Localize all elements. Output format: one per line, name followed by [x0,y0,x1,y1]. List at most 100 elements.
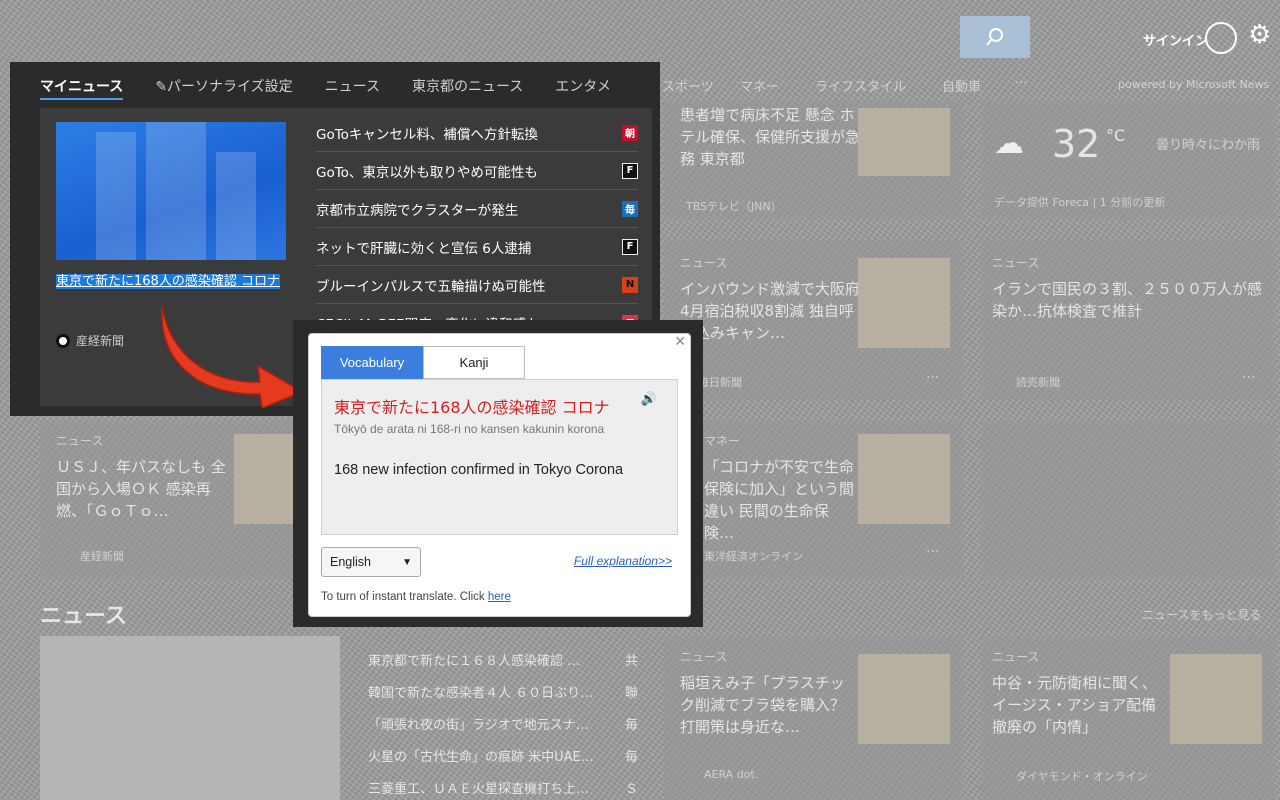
list-item[interactable]: 韓国で新たな感染者４人 ６０日ぶり… 聯 [368,682,638,714]
card-source: 読売新聞 [1016,376,1060,389]
translate-popup: ✕ Vocabulary Kanji 東京で新たに168人の感染確認 コロナ 🔊… [308,333,691,617]
avatar-icon[interactable] [1205,22,1237,54]
pencil-icon: ✎ [155,79,168,95]
card-title: イランで国民の３割、２５００万人が感染か…抗体検査で推計 [992,280,1263,320]
section-more-link[interactable]: ニュースをもっと見る [1142,606,1261,623]
gear-icon[interactable]: ⚙ [1248,20,1271,50]
tab-personalize[interactable]: ✎パーソナライズ設定 [155,76,292,100]
list-item[interactable]: 三菱重工、ＵＡＥ火星探査機打ち上… Ｓ [368,778,638,800]
headline-list: GoToキャンセル料、補償へ方針転換朝 GoTo、東京以外も取りやめ可能性も F … [316,114,638,342]
source-phrase: 東京で新たに168人の感染確認 コロナ [334,398,610,417]
section-title: ニュース [40,604,127,629]
card-label: ニュース [992,650,1040,664]
list-item[interactable]: 火星の「古代生命」の痕跡 米中UAE… 毎 [368,746,638,778]
cloud-sun-icon: ☁ [994,126,1024,161]
source-badge: F [622,238,638,255]
card-thumbnail [858,108,950,176]
card-label: ニュース [992,256,1040,270]
full-explanation-link[interactable]: Full explanation>> [574,554,672,568]
card-label: ニュース [680,256,728,270]
section-hero-image[interactable] [40,636,340,800]
tab-kanji[interactable]: Kanji [423,346,525,379]
card-label: マネー [704,434,741,448]
source-badge: 朝 [622,124,638,141]
card-title: 「コロナが不安で生命保険に加入」という間違い 民間の生命保険… [704,458,855,542]
card-thumbnail [858,434,950,524]
card-source: ダイヤモンド・オンライン [1016,770,1148,783]
sankei-logo-icon [56,333,70,348]
search-icon [986,28,1003,46]
headline-item[interactable]: ネットで肝臓に効くと宣伝 6人逮捕 F [316,228,638,266]
card-title: インバウンド激減で大阪府4月宿泊税収8割減 独自呼び込みキャン… [680,280,861,342]
card-title: 患者増で病床不足 懸念 ホテル確保、保健所支援が急務 東京都 [680,106,861,168]
news-card[interactable]: ニュース イランで国民の３割、２５００万人が感染か…抗体検査で推計 読売新聞 ·… [980,240,1276,400]
list-item[interactable]: 「頑張れ夜の街」ラジオで地元スナ… 毎 [368,714,638,746]
card-label: ニュース [680,650,728,664]
signin-link[interactable]: サインイン [1143,30,1208,49]
nav-tab-lifestyle[interactable]: ライフスタイル [815,76,906,95]
tab-tokyo-news[interactable]: 東京都のニュース [412,76,523,100]
chevron-down-icon: ▼ [402,556,412,568]
tab-vocabulary[interactable]: Vocabulary [321,346,423,379]
tab-news[interactable]: ニュース [325,76,380,100]
powered-by: powered by Microsoft News [1118,78,1270,91]
source-badge: F [622,162,638,179]
tab-entertainment[interactable]: エンタメ [555,76,611,100]
headline-item[interactable]: 京都市立病院でクラスターが発生毎 [316,190,638,228]
tab-mynews[interactable]: マイニュース [40,76,124,100]
more-icon[interactable]: ··· [1242,370,1255,386]
weather-unit: °C [1106,126,1126,145]
card-title: 稲垣えみ子「プラスチック削減でブラ袋を購入？ 打開策は身近な… [680,674,846,736]
translation-text: 168 new infection confirmed in Tokyo Cor… [334,462,624,478]
weather-card[interactable]: ☁ 32 °C 曇り時々にわか雨 データ提供 Foreca | 1 分前の更新 [980,100,1276,220]
nav-tabs: マイニュース ✎パーソナライズ設定 ニュース 東京都のニュース エンタメ [40,76,643,100]
card-label: ニュース [56,434,104,448]
here-link[interactable]: here [488,591,511,603]
close-icon[interactable]: ✕ [674,334,686,350]
language-select[interactable]: English ▼ [321,547,421,577]
nav-tab-sports[interactable]: スポーツ [662,76,714,95]
source-badge: N [622,276,638,293]
hero-image[interactable] [56,122,286,260]
card-thumbnail [858,258,950,348]
speaker-icon[interactable]: 🔊 [641,392,657,407]
arrow-icon [161,305,304,408]
hero-title-link[interactable]: 東京で新たに168人の感染確認 コロナ [56,272,286,292]
news-card-empty [980,420,1276,580]
instant-translate-note: To turn of instant translate. Click here [321,591,511,603]
news-card[interactable]: ニュース インバウンド激減で大阪府4月宿泊税収8割減 独自呼び込みキャン… 毎日… [664,240,964,400]
card-title: 中谷・元防衛相に聞く、イージス・アショア配備撤廃の「内情」 [992,674,1158,736]
weather-desc: 曇り時々にわか雨 [1156,138,1261,153]
headline-item[interactable]: GoToキャンセル料、補償へ方針転換朝 [316,114,638,152]
card-thumbnail [1170,654,1262,744]
news-card[interactable]: ニュース 稲垣えみ子「プラスチック削減でブラ袋を購入？ 打開策は身近な… AER… [664,636,964,800]
weather-temp: 32 [1052,122,1101,166]
list-item[interactable]: 東京都で新たに１６８人感染確認 … 共 [368,650,638,682]
nav-tab-money[interactable]: マネー [740,76,779,95]
popup-tabs: Vocabulary Kanji [321,346,525,379]
headline-item[interactable]: ブルーインパルスで五輪描けぬ可能性 N [316,266,638,304]
headline-item[interactable]: GoTo、東京以外も取りやめ可能性も F [316,152,638,190]
card-source: AERA dot. [704,768,759,781]
news-card[interactable]: 患者増で病床不足 懸念 ホテル確保、保健所支援が急務 東京都 TBSテレビ（JN… [664,100,964,220]
card-source: 毎日新聞 [698,376,742,389]
card-title: ＵＳＪ、年パスなしも 全国から入場ＯＫ 感染再燃、「ＧｏＴｏ… [56,458,226,520]
source-badge: 毎 [622,200,638,217]
nav-tab-auto[interactable]: 自動車 [942,76,981,95]
translation-box: 東京で新たに168人の感染確認 コロナ 🔊 Tōkyō de arata ni … [321,379,678,535]
romaji-reading: Tōkyō de arata ni 168-ri no kansen kakun… [334,422,605,436]
nav-more-button[interactable]: ··· [1015,76,1027,91]
card-source: TBSテレビ（JNN） [686,200,782,213]
section-news-list: 東京都で新たに１６８人感染確認 … 共 韓国で新たな感染者４人 ６０日ぶり… 聯 「… [368,650,638,800]
news-card[interactable]: マネー 「コロナが不安で生命保険に加入」という間違い 民間の生命保険… 東洋経済… [664,420,964,580]
more-icon[interactable]: ··· [926,370,939,386]
more-icon[interactable]: ··· [926,544,939,560]
search-button[interactable] [960,16,1030,58]
card-source: 産経新聞 [80,550,124,563]
news-card[interactable]: ニュース ＵＳＪ、年パスなしも 全国から入場ＯＫ 感染再燃、「ＧｏＴｏ… 産経新… [40,420,336,580]
hero-source: 産経新聞 [56,332,124,349]
card-source: 東洋経済オンライン [704,550,803,563]
weather-source: データ提供 Foreca | 1 分前の更新 [994,196,1166,209]
card-thumbnail [858,654,950,744]
news-card[interactable]: ニュース 中谷・元防衛相に聞く、イージス・アショア配備撤廃の「内情」 ダイヤモン… [980,636,1276,800]
